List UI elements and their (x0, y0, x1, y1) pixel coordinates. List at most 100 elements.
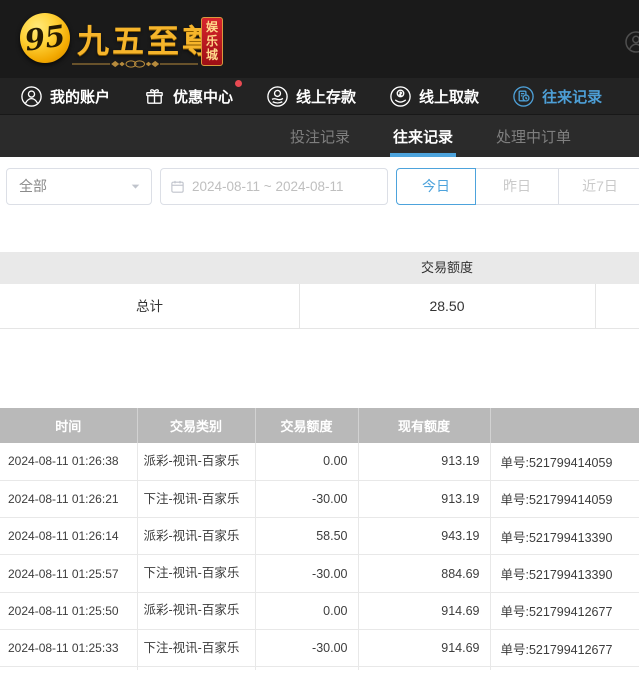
cell-time: 2024-08-11 01:25:50 (0, 592, 137, 629)
cell-time: 2024-08-11 01:26:21 (0, 480, 137, 517)
cell-empty (358, 667, 490, 670)
col-header-time: 时间 (0, 408, 137, 443)
tab-processing-orders[interactable]: 处理中订单 (496, 115, 571, 157)
col-header-amount: 交易额度 (255, 408, 358, 443)
cell-amount: 58.50 (255, 518, 358, 555)
col-header-balance: 现有额度 (358, 408, 490, 443)
col-header-type: 交易类别 (137, 408, 255, 443)
cell-order: 单号:521799413390 (490, 518, 639, 555)
summary-total-label: 总计 (0, 284, 299, 329)
cell-type: 派彩-视讯-百家乐 (137, 518, 255, 555)
gift-icon (143, 85, 166, 108)
records-table-grid: 时间 交易类别 交易额度 现有额度 2024-08-11 01:26:38 派彩… (0, 408, 639, 670)
table-row: 2024-08-11 01:25:57 下注-视讯-百家乐 -30.00 884… (0, 555, 639, 592)
cell-balance: 913.19 (358, 480, 490, 517)
nav-item-label: 线上存款 (296, 86, 356, 107)
calendar-icon (170, 179, 185, 194)
cell-order: 单号:521799412677 (490, 592, 639, 629)
table-header-row: 时间 交易类别 交易额度 现有额度 (0, 408, 639, 443)
tab-bet-records[interactable]: 投注记录 (290, 115, 350, 157)
summary-total-row: 总计 28.50 (0, 284, 639, 329)
today-button[interactable]: 今日 (396, 168, 476, 205)
summary-amount-header: 交易额度 (299, 252, 595, 284)
cell-amount: 0.00 (255, 443, 358, 480)
logo-header: 95 九五至尊 娱乐城 (0, 0, 639, 78)
cell-time: 2024-08-11 01:25:33 (0, 629, 137, 666)
table-row: 2024-08-11 01:26:21 下注-视讯-百家乐 -30.00 913… (0, 480, 639, 517)
page: 95 九五至尊 娱乐城 (0, 0, 639, 677)
cell-amount: 0.00 (255, 592, 358, 629)
nav-item-withdraw[interactable]: 线上取款 (389, 85, 479, 108)
table-row: 2024-08-11 01:25:50 派彩-视讯-百家乐 0.00 914.6… (0, 592, 639, 629)
date-range-input[interactable]: 2024-08-11 ~ 2024-08-11 (160, 168, 388, 205)
table-row-partial (0, 667, 639, 670)
nav-item-label: 优惠中心 (173, 86, 233, 107)
brand-name: 九五至尊 (77, 16, 217, 62)
tab-transaction-records[interactable]: 往来记录 (393, 115, 453, 157)
table-row: 2024-08-11 01:26:14 派彩-视讯-百家乐 58.50 943.… (0, 518, 639, 555)
cell-time: 2024-08-11 01:26:38 (0, 443, 137, 480)
nav-item-deposit[interactable]: 线上存款 (266, 85, 356, 108)
nav-item-label: 往来记录 (542, 86, 602, 107)
notification-dot (235, 80, 242, 87)
cell-balance: 943.19 (358, 518, 490, 555)
cell-type: 派彩-视讯-百家乐 (137, 592, 255, 629)
cell-balance: 913.19 (358, 443, 490, 480)
quick-date-buttons: 今日 昨日 近7日 (396, 168, 639, 205)
type-select[interactable]: 全部 (6, 168, 152, 205)
tab-label: 处理中订单 (496, 126, 571, 147)
nav-item-label: 线上取款 (419, 86, 479, 107)
records-clock-icon (512, 85, 535, 108)
cell-balance: 914.69 (358, 592, 490, 629)
cell-balance: 884.69 (358, 555, 490, 592)
nav-item-promotions[interactable]: 优惠中心 (143, 85, 233, 108)
cell-order: 单号:521799414059 (490, 443, 639, 480)
cell-amount: -30.00 (255, 480, 358, 517)
deposit-hand-coin-icon (266, 85, 289, 108)
cell-order: 单号:521799412677 (490, 629, 639, 666)
table-row: 2024-08-11 01:25:33 下注-视讯-百家乐 -30.00 914… (0, 629, 639, 666)
records-table: 时间 交易类别 交易额度 现有额度 2024-08-11 01:26:38 派彩… (0, 408, 639, 670)
divider (595, 284, 596, 328)
cell-empty (0, 667, 137, 670)
cell-time: 2024-08-11 01:26:14 (0, 518, 137, 555)
summary-header-row: 交易额度 (0, 252, 639, 284)
nav-item-account[interactable]: 我的账户 (20, 85, 110, 108)
cell-order: 单号:521799413390 (490, 555, 639, 592)
type-select-value: 全部 (19, 169, 47, 204)
tab-label: 往来记录 (393, 126, 453, 147)
brand-logo-icon: 95 (20, 13, 70, 63)
cell-type: 下注-视讯-百家乐 (137, 480, 255, 517)
cell-type: 派彩-视讯-百家乐 (137, 443, 255, 480)
chevron-down-icon (129, 180, 142, 193)
nav-item-label: 我的账户 (50, 86, 110, 107)
table-row: 2024-08-11 01:26:38 派彩-视讯-百家乐 0.00 913.1… (0, 443, 639, 480)
brand-monogram: 95 (17, 10, 73, 66)
brand-badge: 娱乐城 (201, 17, 223, 66)
user-icon (20, 85, 43, 108)
cell-empty (255, 667, 358, 670)
cell-type: 下注-视讯-百家乐 (137, 555, 255, 592)
user-avatar-icon[interactable] (624, 30, 639, 54)
cell-balance: 914.69 (358, 629, 490, 666)
flourish-divider-icon (70, 57, 200, 71)
filter-bar: 全部 2024-08-11 ~ 2024-08-11 今日 昨日 近7日 (0, 157, 639, 252)
last7days-button[interactable]: 近7日 (558, 168, 639, 205)
cell-amount: -30.00 (255, 555, 358, 592)
cell-time: 2024-08-11 01:25:57 (0, 555, 137, 592)
tab-label: 投注记录 (290, 126, 350, 147)
cell-order: 单号:521799414059 (490, 480, 639, 517)
cell-amount: -30.00 (255, 629, 358, 666)
sub-nav: 投注记录 往来记录 处理中订单 (0, 115, 639, 157)
summary-table: 交易额度 总计 28.50 (0, 252, 639, 329)
date-range-value: 2024-08-11 ~ 2024-08-11 (192, 179, 344, 194)
cell-type: 下注-视讯-百家乐 (137, 629, 255, 666)
withdraw-hand-coin-icon (389, 85, 412, 108)
summary-total-value: 28.50 (299, 284, 595, 329)
nav-item-records[interactable]: 往来记录 (512, 85, 602, 108)
cell-empty (490, 667, 639, 670)
main-nav: 我的账户 优惠中心 线上存款 (0, 78, 639, 115)
col-header-order (490, 408, 639, 443)
yesterday-button[interactable]: 昨日 (475, 168, 559, 205)
cell-empty (137, 667, 255, 670)
